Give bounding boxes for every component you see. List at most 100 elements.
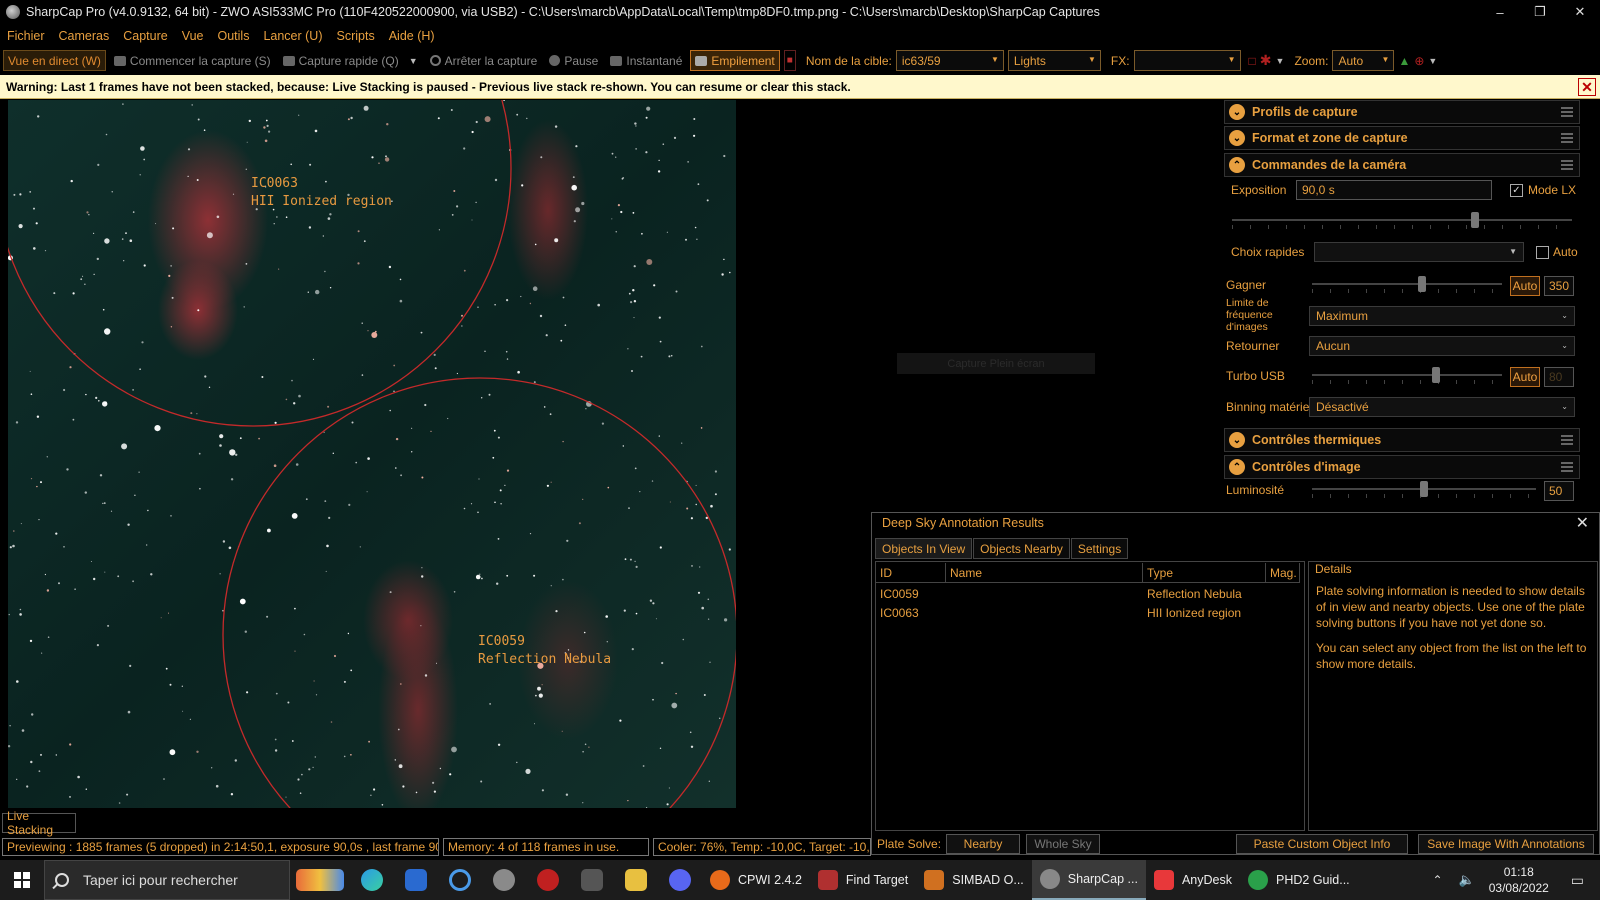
- edge-icon[interactable]: [350, 860, 394, 900]
- slider-thumb[interactable]: [1471, 212, 1479, 228]
- taskbar-app-simbad[interactable]: SIMBAD O...: [916, 860, 1032, 900]
- taskbar-app-find-target[interactable]: Find Target: [810, 860, 916, 900]
- pause-button[interactable]: Pause: [545, 50, 602, 71]
- taskbar-clock[interactable]: 01:18 03/08/2022: [1483, 864, 1555, 896]
- brightness-value-input[interactable]: 50: [1544, 481, 1574, 501]
- list-item[interactable]: IC0059 Reflection Nebula: [876, 584, 1304, 603]
- list-item[interactable]: IC0063 HII Ionized region: [876, 603, 1304, 622]
- magnifier-icon[interactable]: ⊕: [1414, 54, 1424, 68]
- app-red-icon[interactable]: [526, 860, 570, 900]
- slider-thumb[interactable]: [1420, 481, 1428, 497]
- slider-thumb[interactable]: [1418, 276, 1426, 292]
- zoom-select[interactable]: Auto ▼: [1332, 50, 1395, 71]
- warning-close-button[interactable]: ✕: [1578, 78, 1596, 96]
- fullscreen-capture-button[interactable]: Capture Plein écran: [897, 353, 1095, 374]
- menu-icon[interactable]: [1561, 462, 1573, 472]
- turbo-value-input[interactable]: 80: [1544, 367, 1574, 387]
- chevron-down-icon[interactable]: ▼: [1428, 56, 1437, 66]
- flip-select[interactable]: Aucun ⌄: [1309, 336, 1575, 356]
- menu-fichier[interactable]: Fichier: [0, 29, 52, 43]
- reticle-icon[interactable]: □: [1249, 54, 1256, 68]
- outlook-icon[interactable]: [394, 860, 438, 900]
- ccleaner-icon[interactable]: [438, 860, 482, 900]
- column-header-name[interactable]: Name: [946, 563, 1143, 583]
- live-image-view[interactable]: IC0063 HII Ionized region IC0059 Reflect…: [8, 100, 736, 808]
- record-indicator-icon[interactable]: ■: [783, 50, 796, 71]
- slider-thumb[interactable]: [1432, 367, 1440, 383]
- menu-aide[interactable]: Aide (H): [382, 29, 442, 43]
- gain-auto-button[interactable]: Auto: [1510, 276, 1540, 296]
- file-explorer-icon[interactable]: [614, 860, 658, 900]
- menu-vue[interactable]: Vue: [175, 29, 211, 43]
- section-format[interactable]: ⌄ Format et zone de capture: [1224, 126, 1580, 150]
- section-camera-controls[interactable]: ⌃ Commandes de la caméra: [1224, 153, 1580, 177]
- live-stacking-tab[interactable]: Live Stacking: [2, 809, 76, 837]
- menu-scripts[interactable]: Scripts: [330, 29, 382, 43]
- auto-checkbox[interactable]: [1536, 246, 1549, 259]
- dialog-close-button[interactable]: ✕: [1576, 513, 1589, 533]
- discord-icon[interactable]: [658, 860, 702, 900]
- star-app-icon[interactable]: [570, 860, 614, 900]
- menu-lancer[interactable]: Lancer (U): [256, 29, 329, 43]
- menu-capture[interactable]: Capture: [116, 29, 174, 43]
- paste-custom-object-button[interactable]: Paste Custom Object Info: [1236, 834, 1408, 854]
- binning-select[interactable]: Désactivé ⌄: [1309, 397, 1575, 417]
- start-button[interactable]: [0, 860, 44, 900]
- tray-chevron-up-icon[interactable]: ⌃: [1425, 873, 1451, 887]
- objects-list[interactable]: ID Name Type Mag. IC0059 Reflection Nebu…: [875, 561, 1305, 831]
- taskbar-app-cpwi[interactable]: CPWI 2.4.2: [702, 860, 810, 900]
- tab-settings[interactable]: Settings: [1070, 538, 1129, 559]
- widgets-icon[interactable]: [290, 860, 350, 900]
- live-view-button[interactable]: Vue en direct (W): [3, 50, 106, 71]
- brightness-slider[interactable]: [1312, 480, 1536, 500]
- target-name-input[interactable]: ic63/59 ▼: [895, 50, 1004, 71]
- save-image-annotations-button[interactable]: Save Image With Annotations: [1418, 834, 1594, 854]
- crosshair-icon[interactable]: ✱: [1260, 52, 1272, 69]
- menu-outils[interactable]: Outils: [211, 29, 257, 43]
- section-capture-profiles[interactable]: ⌄ Profils de capture: [1224, 100, 1580, 124]
- gain-value-input[interactable]: 350: [1544, 276, 1574, 296]
- taskbar-app-anydesk[interactable]: AnyDesk: [1146, 860, 1240, 900]
- tab-objects-in-view[interactable]: Objects In View: [875, 538, 973, 559]
- volume-icon[interactable]: 🔈: [1451, 872, 1483, 888]
- frame-type-select[interactable]: Lights ▼: [1007, 50, 1101, 71]
- stop-capture-button[interactable]: Arrêter la capture: [426, 50, 542, 71]
- stacking-button[interactable]: Empilement: [690, 50, 780, 71]
- restore-button[interactable]: ❐: [1520, 0, 1560, 24]
- close-button[interactable]: ✕: [1560, 0, 1600, 24]
- lx-mode-checkbox[interactable]: ✓: [1510, 184, 1523, 197]
- taskbar-search[interactable]: Taper ici pour rechercher: [44, 860, 290, 900]
- minimize-button[interactable]: –: [1480, 0, 1520, 24]
- quick-capture-button[interactable]: Capture rapide (Q) ▼: [279, 50, 422, 71]
- column-header-type[interactable]: Type: [1143, 563, 1266, 583]
- fx-select[interactable]: ▼: [1133, 50, 1241, 71]
- turbo-usb-slider[interactable]: [1312, 366, 1502, 386]
- plate-solve-whole-sky-button[interactable]: Whole Sky: [1026, 834, 1100, 854]
- histogram-icon[interactable]: ▲: [1398, 54, 1410, 68]
- taskbar-app-sharpcap[interactable]: SharpCap ...: [1031, 860, 1146, 900]
- quick-choice-select[interactable]: ▼: [1314, 242, 1524, 262]
- plate-solve-nearby-button[interactable]: Nearby: [946, 834, 1020, 854]
- exposure-slider[interactable]: [1232, 211, 1572, 231]
- menu-icon[interactable]: [1561, 133, 1573, 143]
- stellarium-icon[interactable]: [482, 860, 526, 900]
- frame-rate-select[interactable]: Maximum ⌄: [1309, 306, 1575, 326]
- menu-cameras[interactable]: Cameras: [52, 29, 117, 43]
- section-thermal[interactable]: ⌄ Contrôles thermiques: [1224, 428, 1580, 452]
- chevron-down-icon[interactable]: ▼: [409, 56, 418, 66]
- section-image-controls[interactable]: ⌃ Contrôles d'image: [1224, 455, 1580, 479]
- gain-slider[interactable]: [1312, 275, 1502, 295]
- tab-objects-nearby[interactable]: Objects Nearby: [973, 538, 1070, 559]
- menu-icon[interactable]: [1561, 107, 1573, 117]
- menu-icon[interactable]: [1561, 160, 1573, 170]
- start-capture-button[interactable]: Commencer la capture (S): [110, 50, 275, 71]
- menu-icon[interactable]: [1561, 435, 1573, 445]
- chevron-down-icon[interactable]: ▼: [1276, 56, 1285, 66]
- exposure-input[interactable]: 90,0 s: [1296, 180, 1492, 200]
- column-header-mag[interactable]: Mag.: [1266, 563, 1300, 583]
- notification-icon[interactable]: ▭: [1555, 872, 1600, 889]
- snapshot-button[interactable]: Instantané: [606, 50, 686, 71]
- column-header-id[interactable]: ID: [876, 563, 946, 583]
- turbo-auto-button[interactable]: Auto: [1510, 367, 1540, 387]
- taskbar-app-phd2[interactable]: PHD2 Guid...: [1240, 860, 1358, 900]
